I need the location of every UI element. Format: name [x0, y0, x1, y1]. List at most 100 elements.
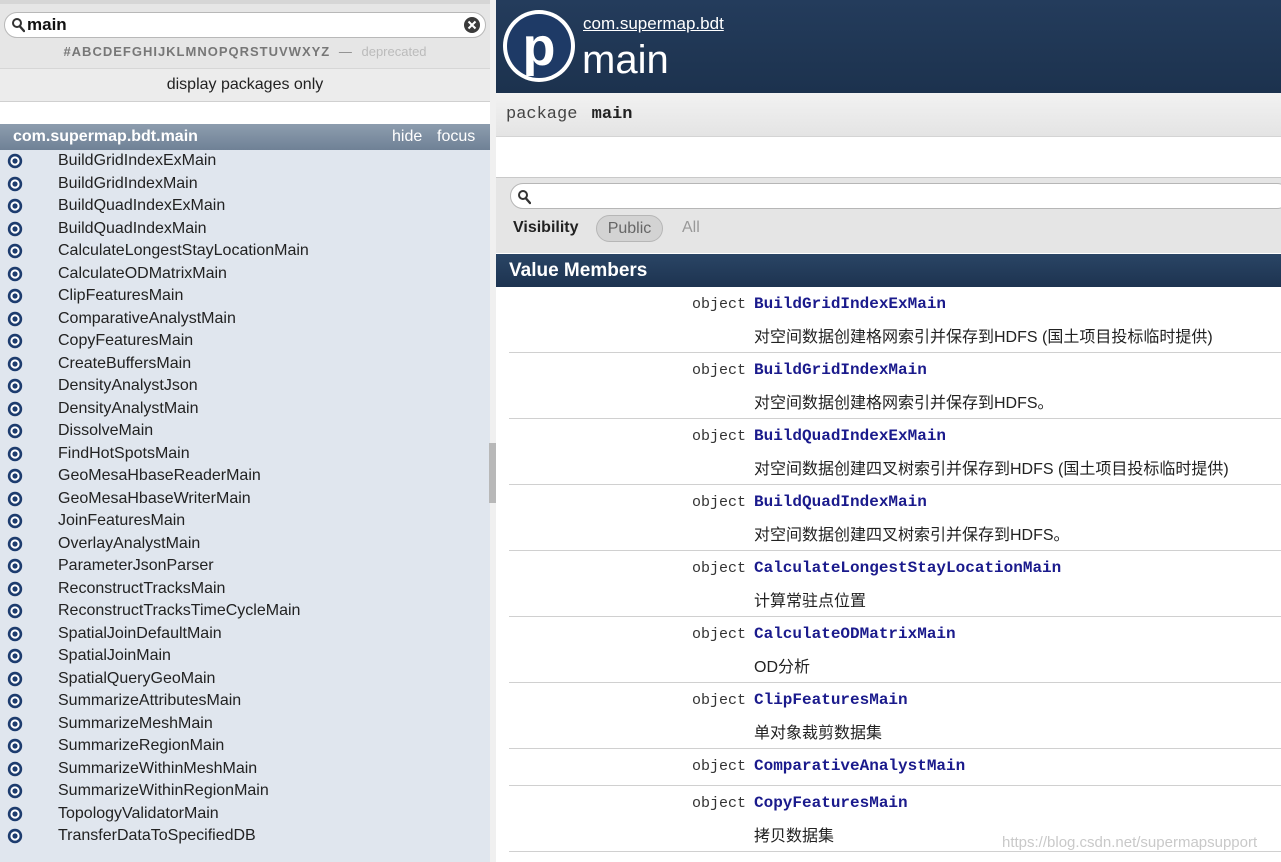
- list-item-label[interactable]: SummarizeWithinRegionMain: [58, 782, 269, 800]
- list-item-label[interactable]: SummarizeWithinMeshMain: [58, 760, 257, 778]
- member-row[interactable]: object BuildGridIndexExMain 对空间数据创建格网索引并保存…: [509, 287, 1281, 353]
- list-item-label[interactable]: CopyFeaturesMain: [58, 332, 193, 350]
- list-item-label[interactable]: GeoMesaHbaseWriterMain: [58, 490, 251, 508]
- letter-index-links[interactable]: #ABCDEFGHIJKLMNOPQRSTUVWXYZ: [63, 44, 330, 59]
- member-row[interactable]: object CalculateODMatrixMain OD分析: [509, 617, 1281, 683]
- package-name-link[interactable]: com.supermap.bdt.main: [13, 124, 198, 150]
- object-icon[interactable]: [7, 333, 23, 349]
- object-icon[interactable]: [7, 558, 23, 574]
- member-name-link[interactable]: BuildQuadIndexMain: [754, 493, 927, 511]
- object-icon[interactable]: [7, 176, 23, 192]
- list-item-label[interactable]: DensityAnalystJson: [58, 377, 198, 395]
- list-item-label[interactable]: SummarizeMeshMain: [58, 715, 213, 733]
- member-row[interactable]: object BuildGridIndexMain 对空间数据创建格网索引并保存到H…: [509, 353, 1281, 419]
- list-item-label[interactable]: SummarizeAttributesMain: [58, 692, 241, 710]
- member-name-link[interactable]: CopyFeaturesMain: [754, 794, 908, 812]
- list-item-label[interactable]: BuildGridIndexExMain: [58, 152, 216, 170]
- list-item[interactable]: ReconstructTracksTimeCycleMain: [0, 600, 490, 623]
- object-icon[interactable]: [7, 243, 23, 259]
- object-icon[interactable]: [7, 761, 23, 777]
- object-icon[interactable]: [7, 378, 23, 394]
- focus-link[interactable]: focus: [437, 124, 475, 150]
- member-row[interactable]: object BuildQuadIndexExMain 对空间数据创建四叉树索引并保…: [509, 419, 1281, 485]
- list-item[interactable]: SummarizeRegionMain: [0, 735, 490, 758]
- list-item-label[interactable]: SummarizeRegionMain: [58, 737, 224, 755]
- list-item[interactable]: CopyFeaturesMain: [0, 330, 490, 353]
- list-item[interactable]: SummarizeWithinRegionMain: [0, 780, 490, 803]
- list-item[interactable]: CalculateLongestStayLocationMain: [0, 240, 490, 263]
- object-icon[interactable]: [7, 311, 23, 327]
- list-item-label[interactable]: TopologyValidatorMain: [58, 805, 219, 823]
- list-item[interactable]: SpatialJoinMain: [0, 645, 490, 668]
- list-item[interactable]: DensityAnalystMain: [0, 398, 490, 421]
- list-item-label[interactable]: SpatialJoinMain: [58, 647, 171, 665]
- list-item[interactable]: BuildQuadIndexExMain: [0, 195, 490, 218]
- member-row[interactable]: object CalculateLongestStayLocationMain 计算…: [509, 551, 1281, 617]
- list-item-label[interactable]: JoinFeaturesMain: [58, 512, 185, 530]
- list-item-label[interactable]: SpatialQueryGeoMain: [58, 670, 215, 688]
- list-item[interactable]: BuildGridIndexExMain: [0, 150, 490, 173]
- list-item-label[interactable]: BuildQuadIndexExMain: [58, 197, 225, 215]
- member-name-link[interactable]: CalculateODMatrixMain: [754, 625, 956, 643]
- visibility-public-button[interactable]: Public: [596, 215, 663, 242]
- list-item[interactable]: ParameterJsonParser: [0, 555, 490, 578]
- object-icon[interactable]: [7, 648, 23, 664]
- list-item-label[interactable]: CreateBuffersMain: [58, 355, 191, 373]
- list-item-label[interactable]: OverlayAnalystMain: [58, 535, 200, 553]
- list-item[interactable]: DensityAnalystJson: [0, 375, 490, 398]
- object-icon[interactable]: [7, 288, 23, 304]
- list-item[interactable]: SpatialJoinDefaultMain: [0, 623, 490, 646]
- list-item-label[interactable]: TransferDataToSpecifiedDB: [58, 827, 256, 845]
- list-item[interactable]: TransferDataToSpecifiedDB: [0, 825, 490, 848]
- list-item[interactable]: DissolveMain: [0, 420, 490, 443]
- list-item[interactable]: SummarizeMeshMain: [0, 713, 490, 736]
- list-item[interactable]: GeoMesaHbaseReaderMain: [0, 465, 490, 488]
- list-item-label[interactable]: SpatialJoinDefaultMain: [58, 625, 222, 643]
- list-item[interactable]: ReconstructTracksMain: [0, 578, 490, 601]
- list-item[interactable]: SpatialQueryGeoMain: [0, 668, 490, 691]
- object-icon[interactable]: [7, 401, 23, 417]
- member-name-link[interactable]: ComparativeAnalystMain: [754, 757, 965, 775]
- object-icon[interactable]: [7, 356, 23, 372]
- list-item[interactable]: ClipFeaturesMain: [0, 285, 490, 308]
- object-icon[interactable]: [7, 468, 23, 484]
- list-item[interactable]: SummarizeAttributesMain: [0, 690, 490, 713]
- object-icon[interactable]: [7, 783, 23, 799]
- list-item-label[interactable]: DissolveMain: [58, 422, 153, 440]
- list-item[interactable]: JoinFeaturesMain: [0, 510, 490, 533]
- list-item[interactable]: BuildGridIndexMain: [0, 173, 490, 196]
- search-input[interactable]: main: [4, 12, 486, 38]
- member-name-link[interactable]: BuildQuadIndexExMain: [754, 427, 946, 445]
- member-search-input[interactable]: [510, 183, 1281, 209]
- object-icon[interactable]: [7, 266, 23, 282]
- object-icon[interactable]: [7, 671, 23, 687]
- left-scrollbar-thumb[interactable]: [489, 443, 496, 503]
- member-row[interactable]: object ClipFeaturesMain 单对象裁剪数据集: [509, 683, 1281, 749]
- list-item[interactable]: CreateBuffersMain: [0, 353, 490, 376]
- object-icon[interactable]: [7, 828, 23, 844]
- object-icon[interactable]: [7, 491, 23, 507]
- object-icon[interactable]: [7, 513, 23, 529]
- list-item-label[interactable]: GeoMesaHbaseReaderMain: [58, 467, 261, 485]
- object-icon[interactable]: [7, 806, 23, 822]
- list-item-label[interactable]: ReconstructTracksMain: [58, 580, 225, 598]
- member-row[interactable]: object BuildQuadIndexMain 对空间数据创建四叉树索引并保存到…: [509, 485, 1281, 551]
- object-icon[interactable]: [7, 693, 23, 709]
- object-icon[interactable]: [7, 153, 23, 169]
- object-icon[interactable]: [7, 716, 23, 732]
- owner-link[interactable]: com.supermap.bdt: [583, 14, 724, 34]
- list-item[interactable]: GeoMesaHbaseWriterMain: [0, 488, 490, 511]
- list-item-label[interactable]: CalculateODMatrixMain: [58, 265, 227, 283]
- object-icon[interactable]: [7, 221, 23, 237]
- member-name-link[interactable]: BuildGridIndexMain: [754, 361, 927, 379]
- list-item-label[interactable]: CalculateLongestStayLocationMain: [58, 242, 309, 260]
- object-icon[interactable]: [7, 423, 23, 439]
- list-item[interactable]: CalculateODMatrixMain: [0, 263, 490, 286]
- list-item[interactable]: BuildQuadIndexMain: [0, 218, 490, 241]
- visibility-all-button[interactable]: All: [682, 219, 700, 237]
- display-packages-only-button[interactable]: display packages only: [0, 68, 490, 102]
- list-item-label[interactable]: FindHotSpotsMain: [58, 445, 190, 463]
- object-icon[interactable]: [7, 603, 23, 619]
- list-item-label[interactable]: BuildGridIndexMain: [58, 175, 198, 193]
- list-item[interactable]: SummarizeWithinMeshMain: [0, 758, 490, 781]
